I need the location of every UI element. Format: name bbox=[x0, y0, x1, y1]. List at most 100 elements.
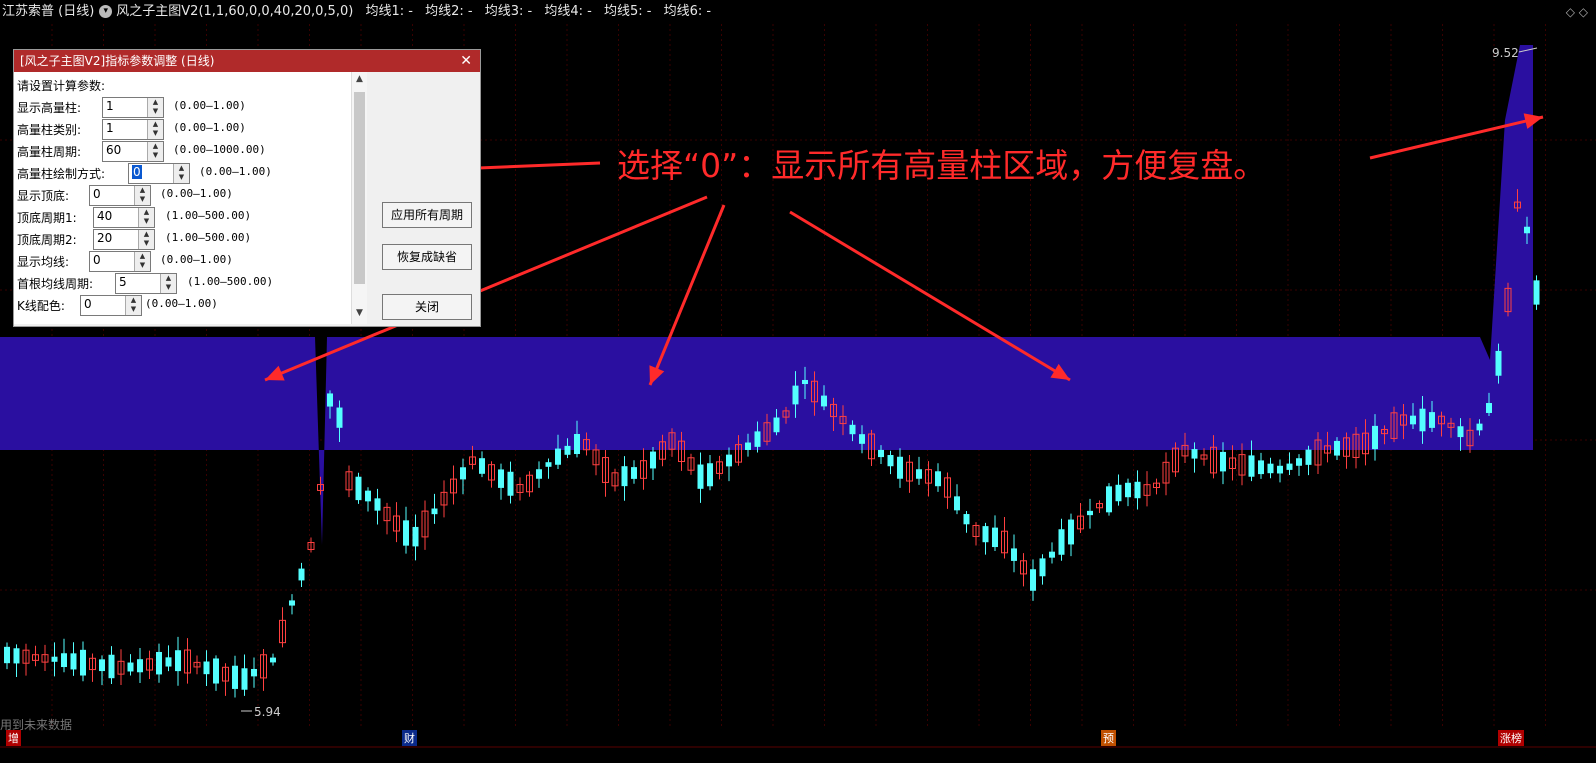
candle-body-down bbox=[754, 431, 761, 447]
candle-body-down bbox=[631, 467, 637, 479]
spinner-arrows-icon[interactable]: ▲ ▼ bbox=[147, 142, 163, 161]
candle-body-down bbox=[621, 466, 628, 487]
candle-body-down bbox=[507, 471, 514, 496]
ma3-value: 均线3: - bbox=[484, 4, 533, 19]
candle-body-down bbox=[887, 455, 894, 467]
candle-body-down bbox=[13, 648, 20, 664]
candle-body-down bbox=[1524, 226, 1530, 234]
param-range: (0.00—1.00) bbox=[145, 297, 218, 310]
candle-body-down bbox=[954, 496, 960, 511]
param-spinner[interactable]: 1 ▲ ▼ bbox=[102, 119, 164, 140]
scroll-up-icon[interactable]: ▲ bbox=[352, 74, 367, 84]
candle-body-down bbox=[1296, 458, 1302, 466]
param-spinner[interactable]: 0 ▲ ▼ bbox=[89, 185, 151, 206]
ma1-value: 均线1: - bbox=[365, 4, 413, 19]
candle-body-down bbox=[878, 449, 884, 458]
param-spinner[interactable]: 5 ▲ ▼ bbox=[115, 273, 177, 294]
param-spinner[interactable]: 1 ▲ ▼ bbox=[102, 97, 164, 118]
annotation-text: 选择“0”：显示所有高量柱区域，方便复盘。 bbox=[617, 146, 1266, 185]
restore-default-button[interactable]: 恢复成缺省 bbox=[382, 244, 472, 270]
candle-body-down bbox=[1058, 529, 1065, 555]
candle-body-down bbox=[213, 658, 219, 684]
corner-diamond-icons[interactable]: ◇ ◇ bbox=[1566, 0, 1588, 24]
param-range: (0.00—1.00) bbox=[199, 165, 272, 178]
scroll-thumb[interactable] bbox=[354, 92, 365, 284]
candle-body-down bbox=[1495, 350, 1502, 376]
candle-body-down bbox=[479, 458, 485, 474]
candle-body-down bbox=[536, 469, 542, 479]
stock-name[interactable]: 江苏索普 (日线) bbox=[0, 4, 94, 19]
parameter-dialog: [风之子主图V2]指标参数调整 (日线) ✕ 请设置计算参数: 显示高量柱: 1… bbox=[13, 49, 481, 327]
spinner-arrows-icon[interactable]: ▲ ▼ bbox=[138, 208, 154, 227]
spinner-arrows-icon[interactable]: ▲ ▼ bbox=[147, 120, 163, 139]
spinner-arrows-icon[interactable]: ▲ ▼ bbox=[147, 98, 163, 117]
param-spinner[interactable]: 0 ▲ ▼ bbox=[128, 163, 190, 184]
param-spinner[interactable]: 20 ▲ ▼ bbox=[93, 229, 155, 250]
param-range: (1.00—500.00) bbox=[187, 275, 274, 288]
ma6-value: 均线6: - bbox=[663, 4, 712, 19]
close-button[interactable]: 关闭 bbox=[382, 294, 472, 320]
marker-yu[interactable]: 预 bbox=[1101, 730, 1116, 746]
candle-body-down bbox=[1476, 423, 1483, 431]
candle-body-down bbox=[1134, 481, 1141, 499]
candle-body-down bbox=[1305, 449, 1312, 465]
indicator-name[interactable]: 风之子主图V2(1,1,60,0,0,40,20,0,5,0) bbox=[116, 4, 353, 19]
candle-body-down bbox=[1533, 280, 1540, 305]
param-range: (0.00—1.00) bbox=[160, 253, 233, 266]
candle-body-down bbox=[1258, 460, 1264, 475]
dialog-titlebar[interactable]: [风之子主图V2]指标参数调整 (日线) ✕ bbox=[14, 50, 480, 72]
candle-body-down bbox=[156, 651, 162, 675]
param-spinner[interactable]: 0 ▲ ▼ bbox=[80, 295, 142, 316]
param-label: 顶底周期2: bbox=[17, 233, 77, 247]
param-range: (0.00—1.00) bbox=[173, 121, 246, 134]
param-range: (0.00—1000.00) bbox=[173, 143, 266, 156]
params-scrollbar[interactable]: ▲ ▼ bbox=[351, 72, 367, 324]
spinner-arrows-icon[interactable]: ▲ ▼ bbox=[134, 186, 150, 205]
params-panel: 请设置计算参数: 显示高量柱: 1 ▲ ▼ (0.00—1.00) 高量柱类别: 1… bbox=[14, 72, 363, 324]
candle-body-down bbox=[1486, 403, 1492, 413]
param-spinner[interactable]: 60 ▲ ▼ bbox=[102, 141, 164, 162]
apply-all-periods-button[interactable]: 应用所有周期 bbox=[382, 202, 472, 228]
scroll-down-icon[interactable]: ▼ bbox=[352, 308, 367, 318]
candle-body-down bbox=[70, 653, 77, 670]
candle-body-down bbox=[897, 456, 903, 479]
param-spinner[interactable]: 0 ▲ ▼ bbox=[89, 251, 151, 272]
candle-body-down bbox=[498, 469, 504, 488]
marker-zeng[interactable]: 增 bbox=[6, 730, 21, 746]
candle-body-down bbox=[574, 433, 580, 455]
spinner-arrows-icon[interactable]: ▲ ▼ bbox=[138, 230, 154, 249]
candle-body-down bbox=[108, 654, 115, 679]
candle-body-down bbox=[431, 508, 438, 515]
candle-body-down bbox=[355, 476, 362, 501]
candle-body-down bbox=[374, 498, 381, 511]
candle-body-down bbox=[1106, 486, 1112, 513]
candle-body-down bbox=[1115, 484, 1122, 502]
candle-body-down bbox=[327, 393, 333, 407]
candle-body-down bbox=[1286, 463, 1293, 470]
candle-body-down bbox=[1049, 551, 1055, 558]
candle-body-down bbox=[365, 490, 371, 502]
candle-body-down bbox=[175, 650, 181, 672]
param-label: 显示高量柱: bbox=[17, 101, 82, 115]
dialog-title: [风之子主图V2]指标参数调整 (日线) bbox=[20, 54, 215, 68]
candle-body-down bbox=[4, 646, 10, 664]
marker-zhangbang[interactable]: 涨榜 bbox=[1498, 730, 1524, 746]
spinner-arrows-icon[interactable]: ▲ ▼ bbox=[160, 274, 176, 293]
candle-body-down bbox=[270, 657, 276, 663]
spinner-arrows-icon[interactable]: ▲ ▼ bbox=[125, 296, 141, 315]
close-icon[interactable]: ✕ bbox=[460, 50, 472, 72]
param-label: 显示均线: bbox=[17, 255, 70, 269]
high-price-label: 9.52 bbox=[1492, 46, 1519, 60]
candle-body-down bbox=[707, 463, 713, 487]
param-spinner[interactable]: 40 ▲ ▼ bbox=[93, 207, 155, 228]
param-label: 高量柱类别: bbox=[17, 123, 82, 137]
ma4-value: 均线4: - bbox=[544, 4, 592, 19]
spinner-arrows-icon[interactable]: ▲ ▼ bbox=[134, 252, 150, 271]
candle-body-down bbox=[1372, 425, 1378, 450]
param-range: (1.00—500.00) bbox=[165, 209, 252, 222]
marker-cai[interactable]: 财 bbox=[402, 730, 417, 746]
candle-body-down bbox=[1267, 463, 1274, 474]
chevron-circle-icon[interactable]: ▾ bbox=[99, 5, 113, 18]
spinner-arrows-icon[interactable]: ▲ ▼ bbox=[173, 164, 189, 183]
candle-body-down bbox=[802, 379, 808, 385]
